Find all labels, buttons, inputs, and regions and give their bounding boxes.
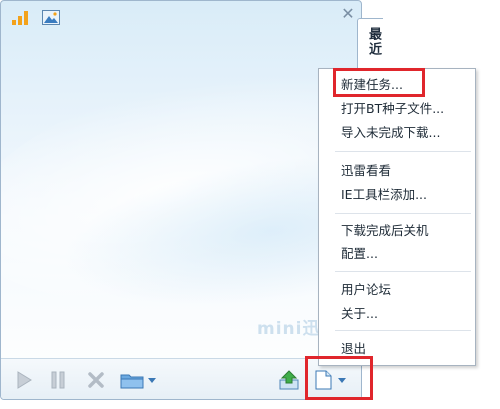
signal-bars-icon[interactable] <box>11 10 31 26</box>
menu-item-xunlei-kankan[interactable]: 迅雷看看 <box>320 159 474 182</box>
close-x-icon <box>88 372 104 388</box>
menu-item-ie-toolbar[interactable]: IE工具栏添加... <box>320 183 474 206</box>
pause-icon <box>51 371 65 389</box>
pause-button[interactable] <box>47 369 69 391</box>
menu-separator <box>335 151 471 152</box>
upload-icon <box>279 370 299 390</box>
close-icon[interactable]: ✕ <box>337 3 359 25</box>
delete-button[interactable] <box>85 369 107 391</box>
upload-button[interactable] <box>277 369 301 391</box>
menu-item-import-unfinished[interactable]: 导入未完成下载... <box>320 121 474 144</box>
menu-item-about[interactable]: 关于... <box>320 302 474 325</box>
menu-separator <box>335 330 471 331</box>
watermark-logo: mini迅 <box>257 319 321 339</box>
highlight-new-task <box>333 68 425 97</box>
play-button[interactable] <box>13 369 35 391</box>
thunder-mini-window: ✕ mini迅 <box>0 0 362 400</box>
menu-item-open-bt-seed[interactable]: 打开BT种子文件... <box>320 97 474 120</box>
menu-item-settings[interactable]: 配置... <box>320 242 474 265</box>
new-task-dropdown-menu: 新建任务... 打开BT种子文件... 导入未完成下载... 迅雷看看 IE工具… <box>318 68 476 366</box>
picture-icon[interactable] <box>42 10 60 25</box>
menu-separator <box>335 213 471 214</box>
menu-separator <box>335 271 471 272</box>
folder-icon <box>120 374 156 389</box>
menu-item-user-forum[interactable]: 用户论坛 <box>320 278 474 301</box>
open-folder-button[interactable] <box>119 369 159 391</box>
highlight-menu-button <box>305 356 373 400</box>
menu-item-shutdown-after[interactable]: 下载完成后关机 <box>320 219 474 242</box>
play-icon <box>17 371 32 389</box>
